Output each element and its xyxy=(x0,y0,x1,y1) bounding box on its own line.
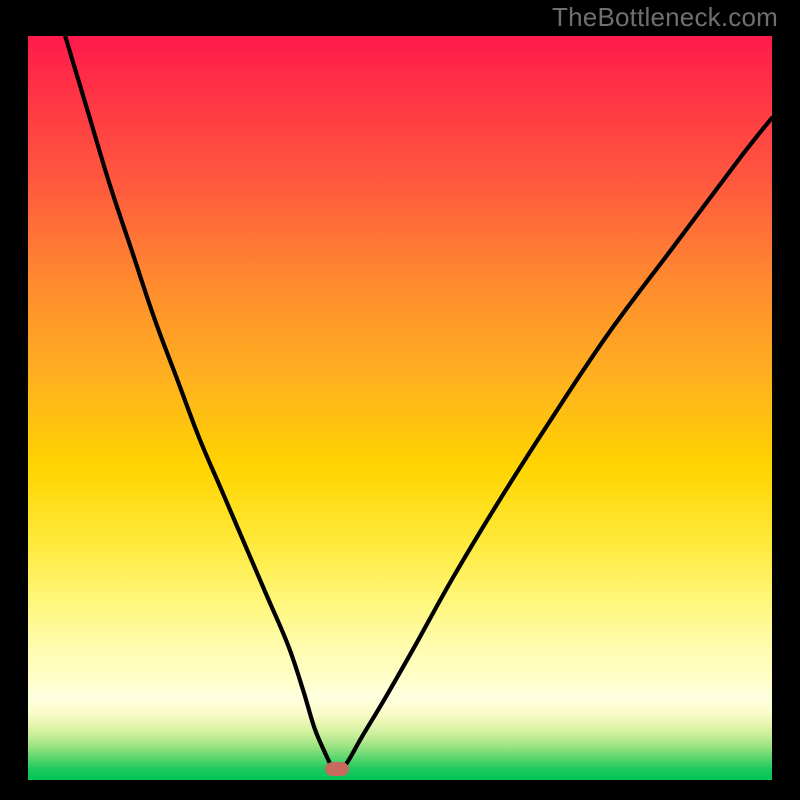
bottleneck-marker xyxy=(325,762,349,776)
watermark-text: TheBottleneck.com xyxy=(552,2,778,33)
bottleneck-curve-svg xyxy=(28,36,772,780)
chart-frame: TheBottleneck.com xyxy=(0,0,800,800)
chart-plot-area xyxy=(28,36,772,780)
bottleneck-curve-path xyxy=(65,36,772,773)
